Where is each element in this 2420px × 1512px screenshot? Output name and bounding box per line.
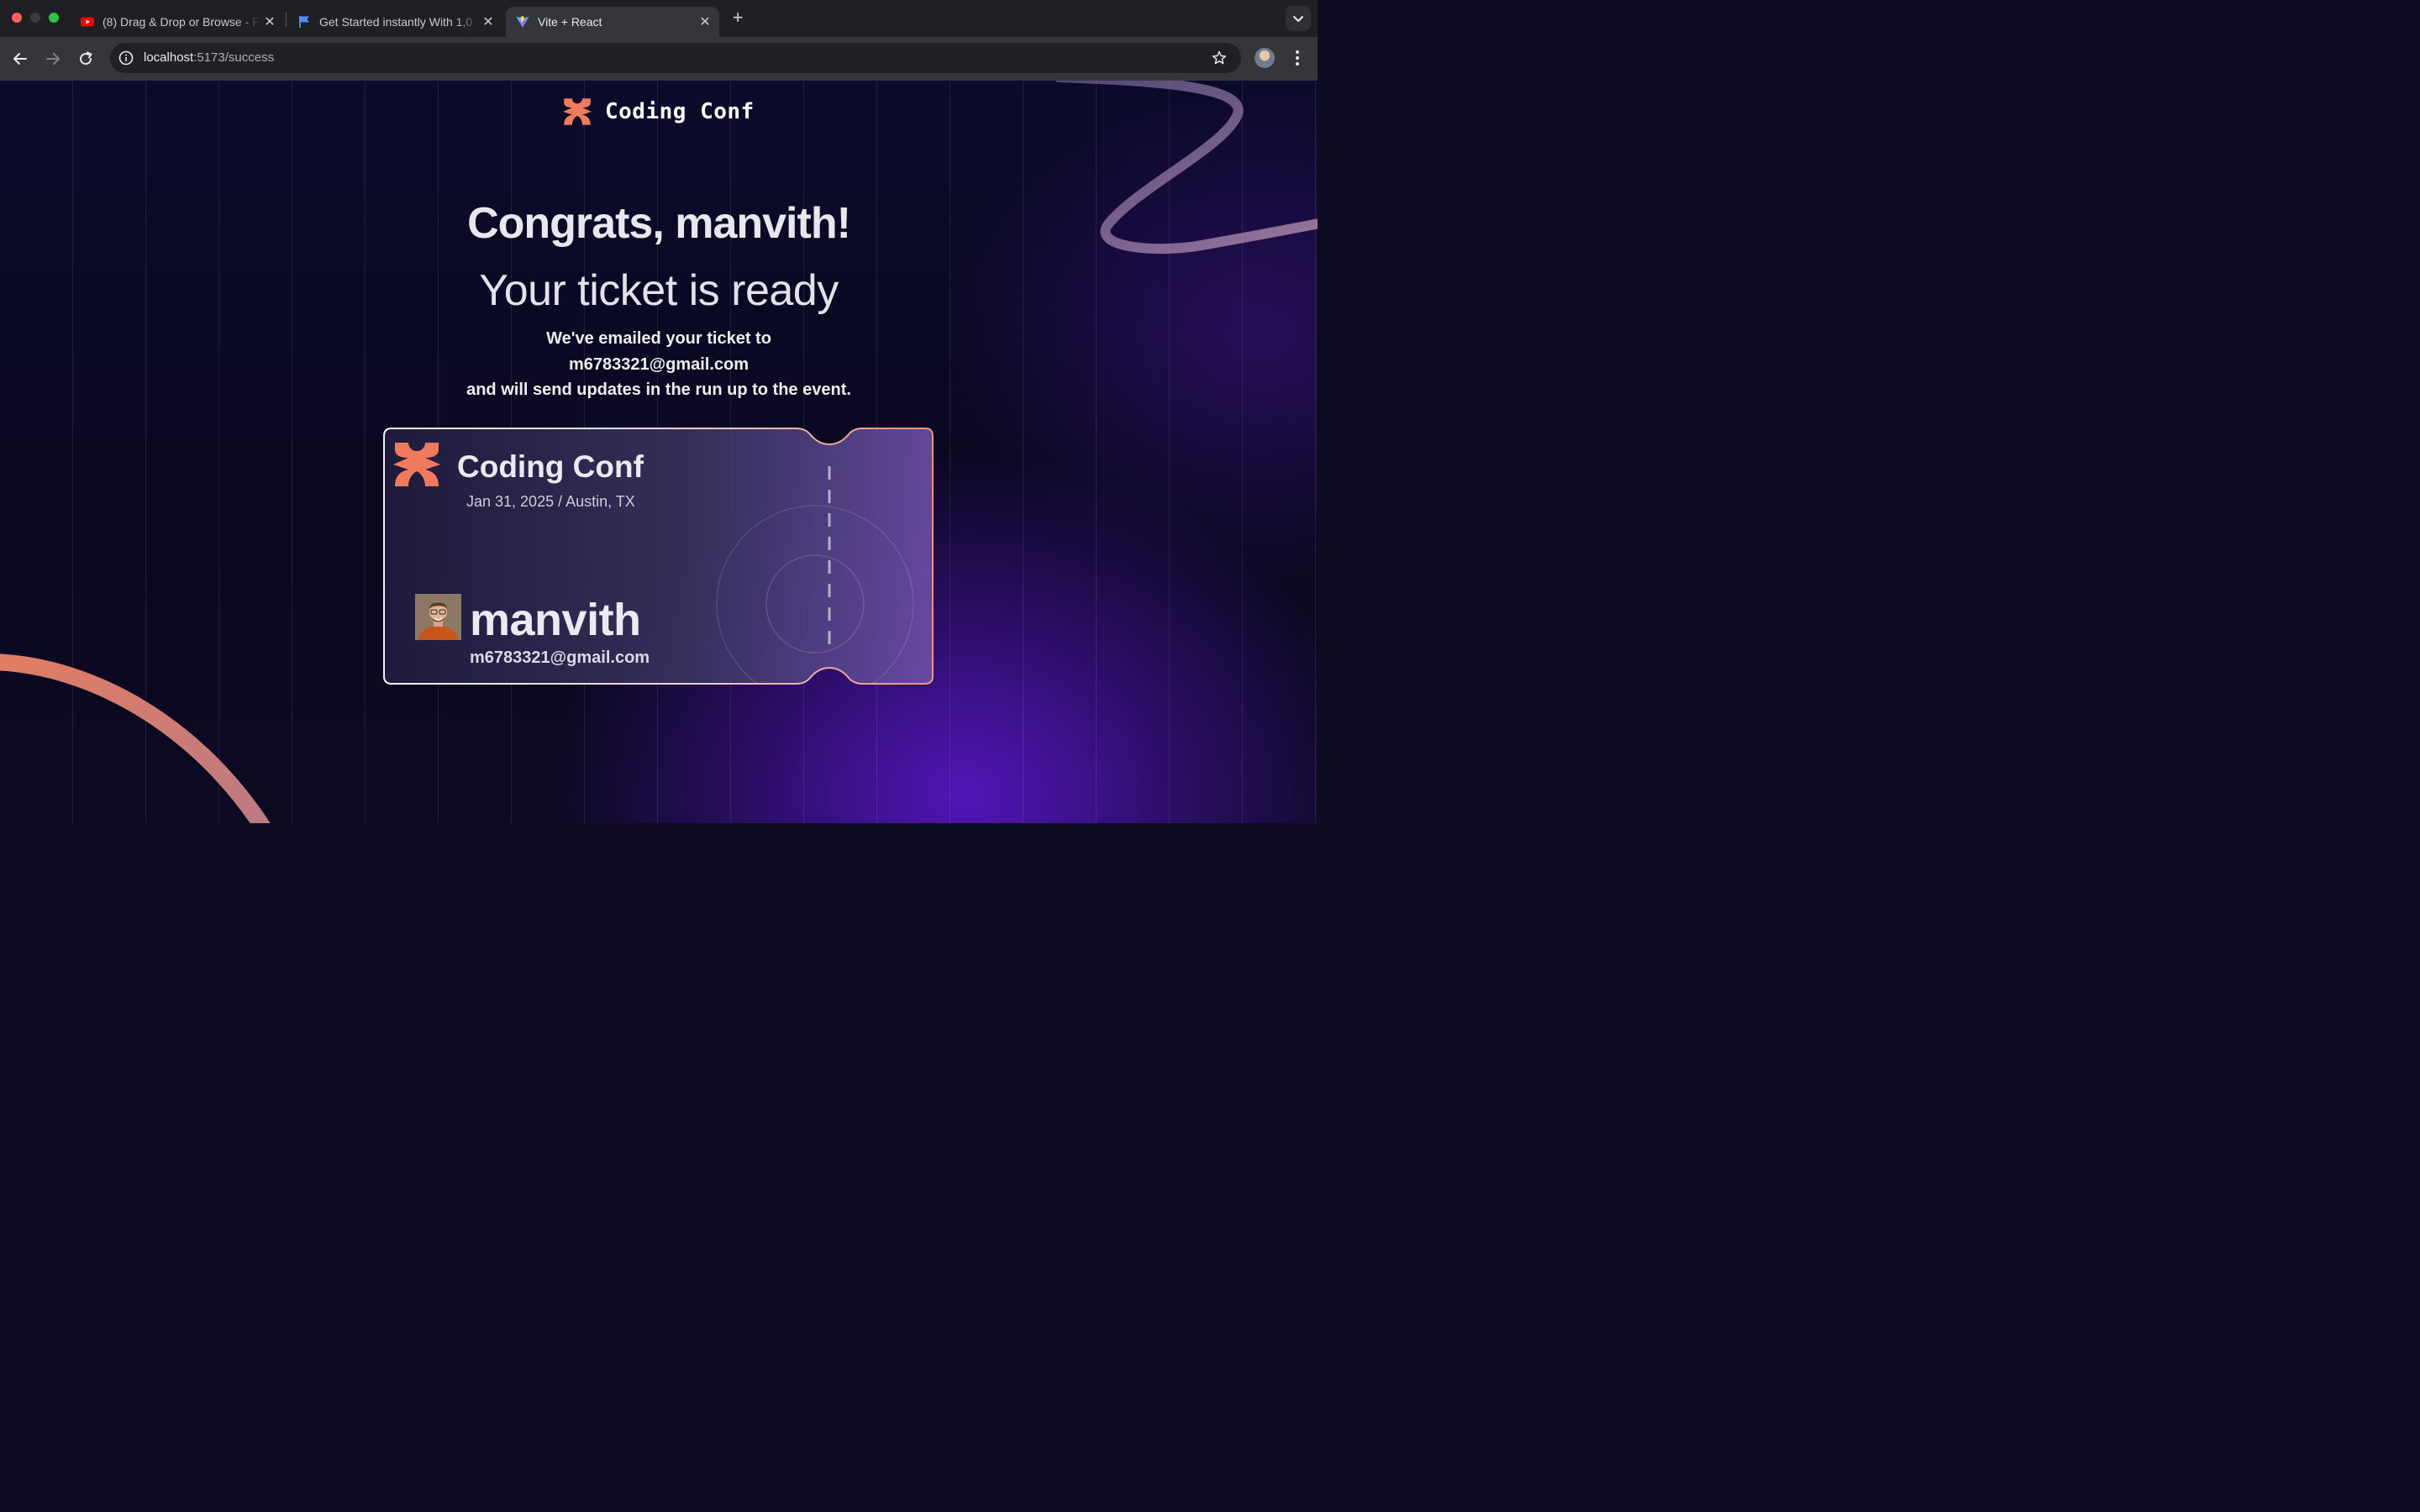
tab-get-started[interactable]: Get Started instantly With 1,0 ✕: [287, 7, 502, 37]
bookmark-star-icon[interactable]: [1211, 50, 1228, 66]
arc-decoration: [0, 654, 271, 823]
attendee-email: m6783321@gmail.com: [470, 648, 650, 667]
vite-icon: [516, 16, 529, 28]
congrats-heading: Congrats, manvith!: [467, 199, 851, 248]
tab-title: (8) Drag & Drop or Browse - F: [103, 15, 260, 29]
tab-youtube[interactable]: (8) Drag & Drop or Browse - F ✕: [71, 7, 284, 37]
chevron-down-icon: [1293, 16, 1303, 22]
message-email: m6783321@gmail.com: [568, 354, 750, 374]
ticket-event-name: Coding Conf: [457, 449, 644, 484]
ticket-date-location: Jan 31, 2025 / Austin, TX: [466, 493, 635, 510]
avatar-photo: [415, 594, 461, 640]
tab-close-icon[interactable]: ✕: [696, 13, 714, 30]
window-close-button[interactable]: [12, 13, 22, 23]
page-content: Coding Conf Congrats, manvith! Your tick…: [0, 81, 1318, 823]
flag-icon: [299, 16, 309, 28]
message-line: and will send updates in the run up to t…: [466, 381, 851, 399]
message-line: We've emailed your ticket to: [546, 329, 771, 348]
tab-title: Get Started instantly With 1,0: [319, 15, 473, 29]
url-host: localhost: [144, 50, 194, 65]
back-arrow-icon[interactable]: [10, 49, 30, 69]
tab-close-icon[interactable]: ✕: [479, 13, 497, 30]
new-tab-button[interactable]: +: [728, 8, 748, 29]
tab-close-icon[interactable]: ✕: [260, 13, 279, 30]
more-menu-icon[interactable]: [1289, 48, 1306, 68]
url-path: :5173/success: [193, 50, 275, 65]
attendee-name: manvith: [470, 595, 641, 645]
brand-name: Coding Conf: [605, 99, 755, 124]
email-confirmation-message: We've emailed your ticket to m6783321@gm…: [0, 326, 1318, 403]
reload-icon[interactable]: [76, 49, 96, 69]
attendee-avatar: [415, 594, 461, 640]
url-text[interactable]: localhost:5173/success: [144, 50, 274, 65]
ticket-card: Coding Conf Jan 31, 2025 / Austin, TX ma…: [383, 428, 934, 685]
tab-search-button[interactable]: [1286, 6, 1311, 31]
profile-avatar[interactable]: [1255, 48, 1275, 68]
tab-separator: [286, 12, 287, 27]
browser-toolbar: localhost:5173/success: [0, 37, 1318, 81]
tab-strip: (8) Drag & Drop or Browse - F ✕ Get Star…: [0, 0, 1318, 37]
tab-title: Vite + React: [538, 15, 602, 29]
ticket-logo-icon: [393, 443, 440, 486]
window-minimize-button[interactable]: [30, 13, 40, 23]
forward-arrow-icon[interactable]: [43, 49, 63, 69]
site-info-icon[interactable]: [118, 50, 134, 66]
window-maximize-button[interactable]: [49, 13, 59, 23]
coding-conf-logo-icon: [563, 98, 592, 125]
address-bar[interactable]: localhost:5173/success: [110, 43, 1241, 73]
youtube-icon: [81, 17, 94, 27]
ticket-ready-heading: Your ticket is ready: [479, 266, 839, 315]
brand-header: Coding Conf: [563, 97, 755, 126]
tab-vite-react[interactable]: Vite + React ✕: [506, 7, 719, 37]
